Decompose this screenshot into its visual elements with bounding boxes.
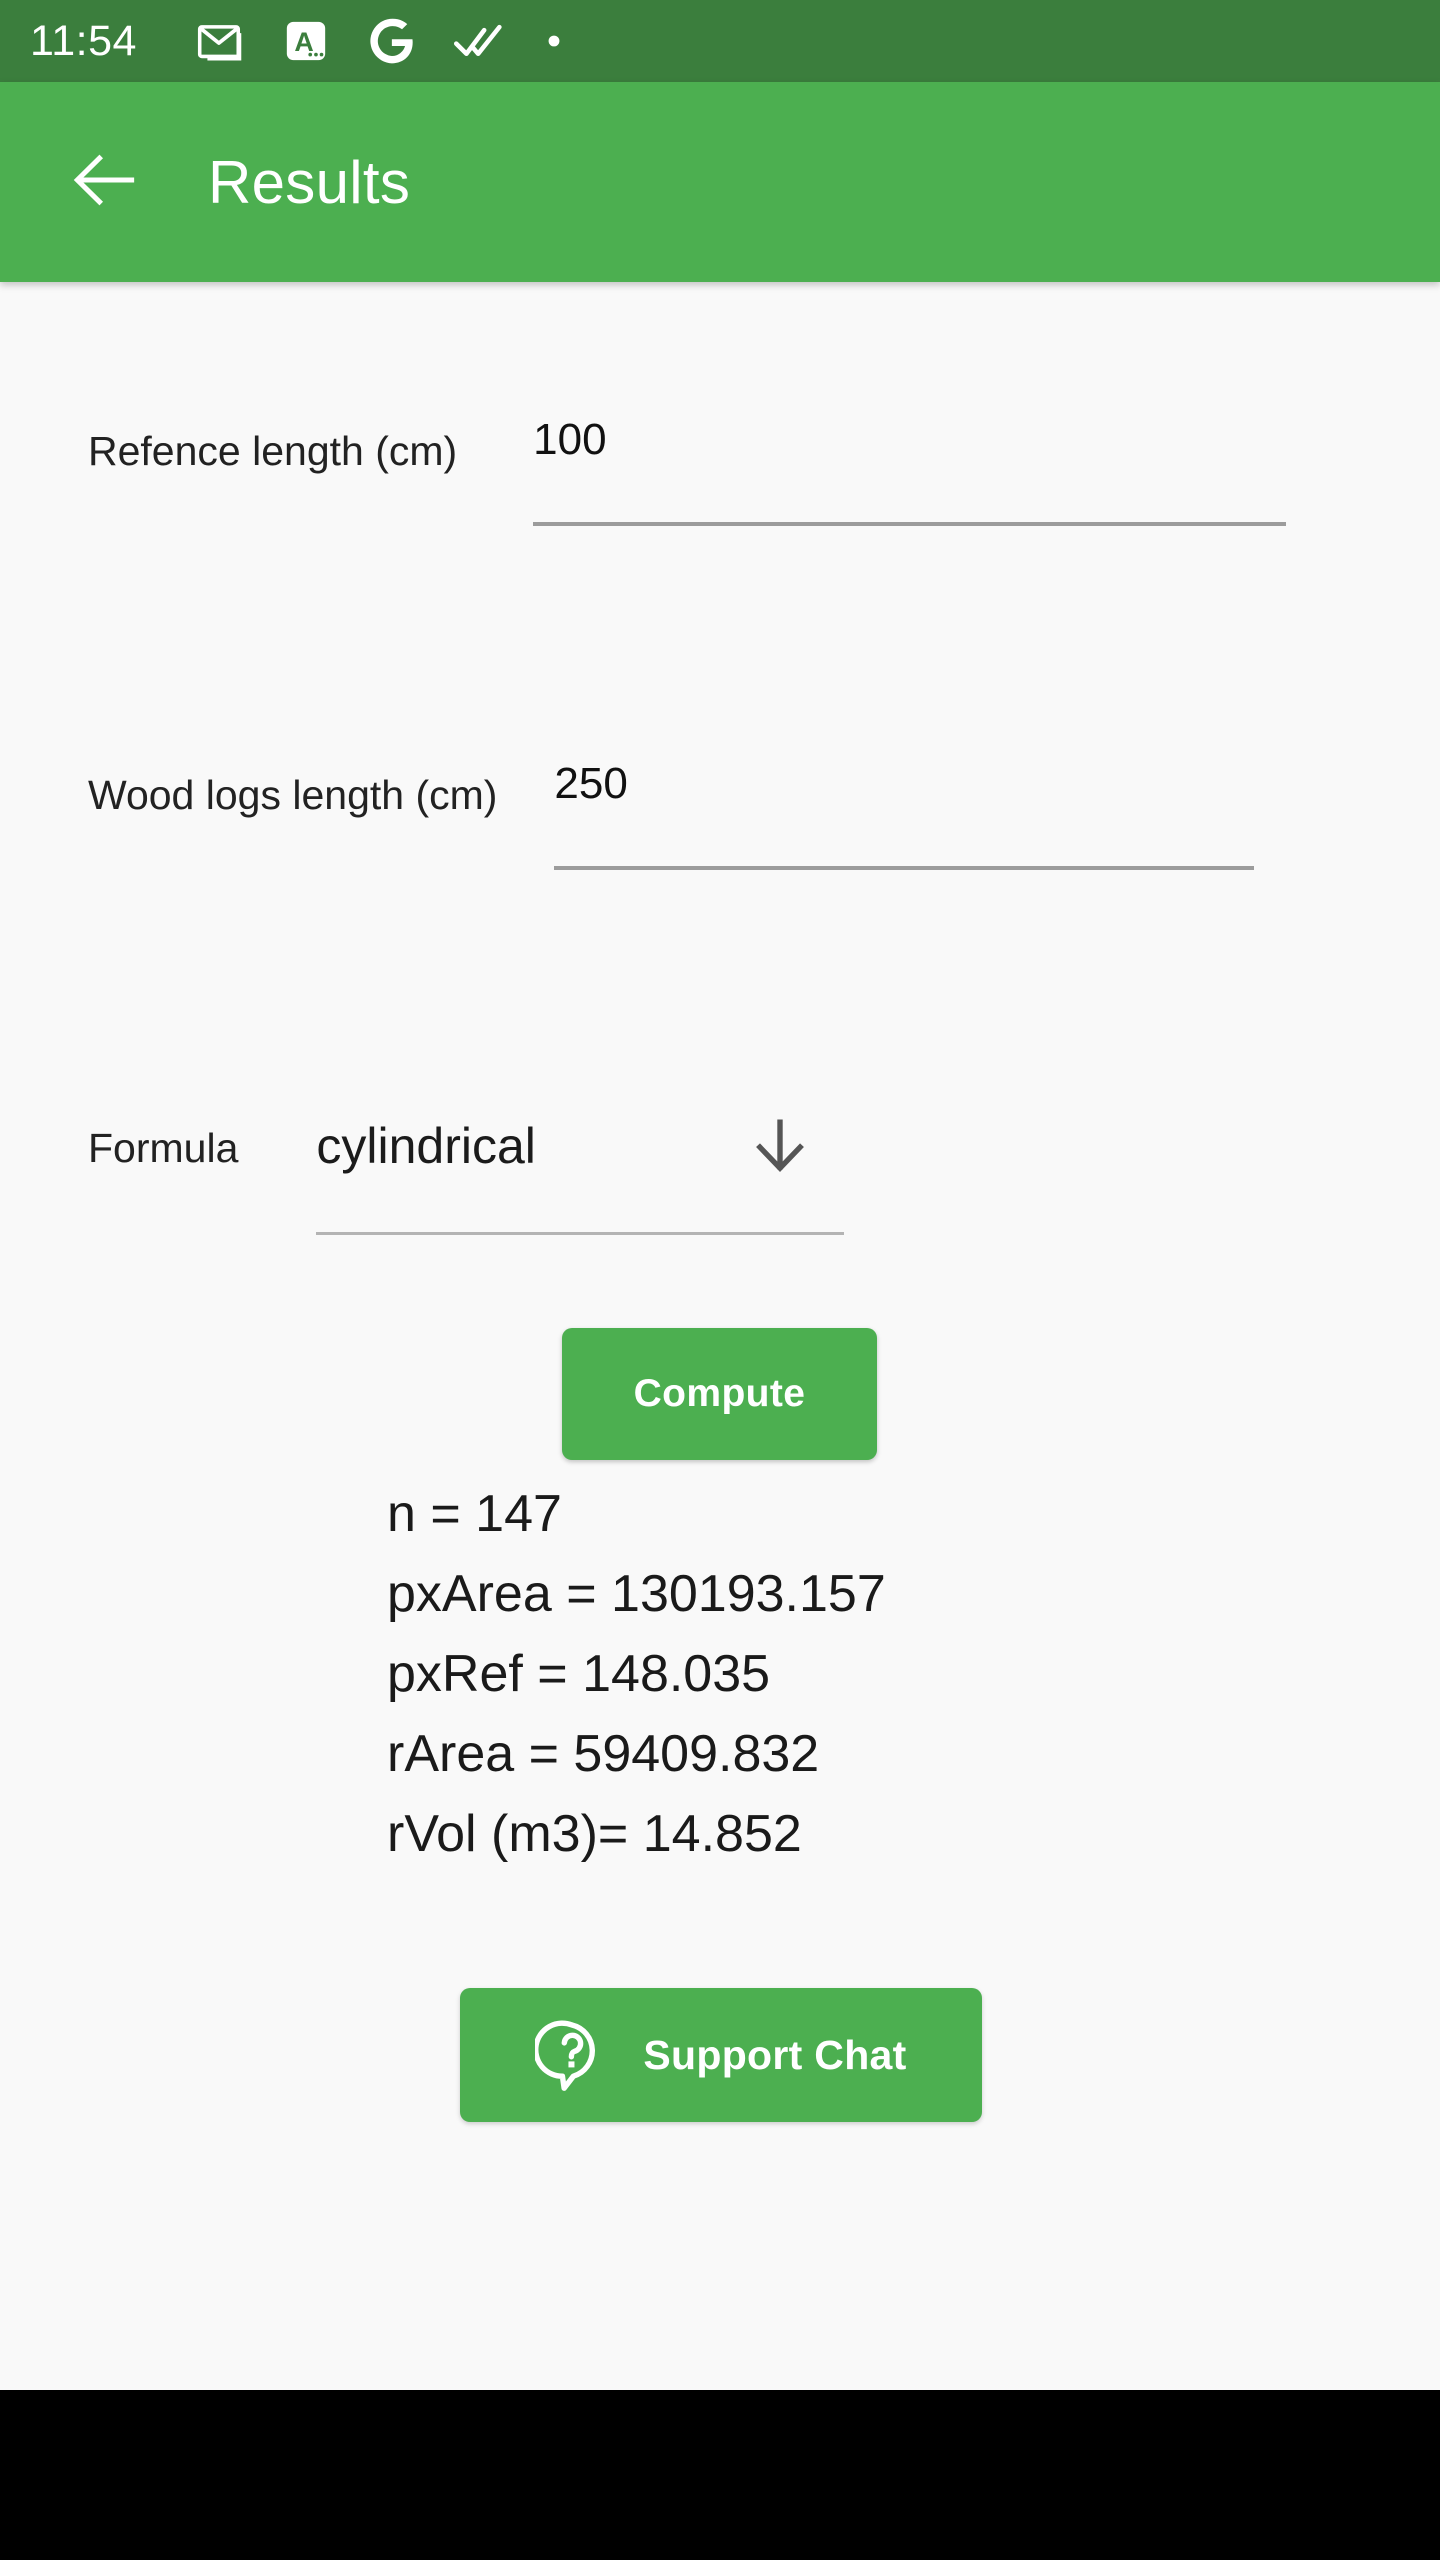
arrow-down-icon[interactable]	[746, 1112, 814, 1180]
google-g-icon	[365, 15, 417, 67]
app-bar: Results	[0, 82, 1440, 282]
reference-length-underline	[533, 522, 1287, 526]
question-chat-bubble-icon	[533, 2017, 609, 2094]
results-output: n = 147 pxArea = 130193.157 pxRef = 148.…	[387, 1474, 886, 1874]
double-check-icon	[453, 15, 505, 67]
content-area: Refence length (cm) 100 Wood logs length…	[0, 282, 1440, 2390]
formula-label: Formula	[88, 1125, 239, 1171]
reference-length-row: Refence length (cm) 100	[88, 418, 1287, 526]
arrow-left-icon	[65, 141, 143, 224]
support-chat-button[interactable]: Support Chat	[460, 1988, 982, 2122]
system-navigation-bar	[0, 2390, 1440, 2560]
reference-length-input[interactable]: 100	[533, 418, 1287, 526]
formula-dropdown-inner[interactable]: cylindrical	[316, 1112, 844, 1232]
result-line-pxref: pxRef = 148.035	[387, 1645, 771, 1703]
status-icon-tray: A	[197, 15, 567, 67]
reference-length-value[interactable]: 100	[533, 418, 1286, 522]
compute-button[interactable]: Compute	[562, 1328, 877, 1460]
status-clock: 11:54	[30, 16, 137, 65]
formula-row: Formula cylindrical	[88, 1112, 845, 1235]
formula-selected-value: cylindrical	[316, 1118, 536, 1174]
wood-logs-length-row: Wood logs length (cm) 250	[88, 762, 1255, 870]
translate-a-icon: A	[283, 18, 329, 64]
wood-logs-length-underline	[554, 866, 1255, 870]
result-line-n: n = 147	[387, 1485, 562, 1543]
svg-text:A: A	[294, 27, 313, 57]
gmail-icon	[197, 16, 247, 66]
wood-logs-length-input[interactable]: 250	[554, 762, 1255, 870]
reference-length-label: Refence length (cm)	[88, 428, 458, 474]
formula-dropdown[interactable]: cylindrical	[316, 1112, 845, 1235]
app-screen: 11:54 A Results Refence length (cm) 100 …	[0, 0, 1440, 2560]
wood-logs-length-value[interactable]: 250	[554, 762, 1254, 866]
dot-icon	[541, 28, 567, 54]
result-line-pxarea: pxArea = 130193.157	[387, 1565, 886, 1623]
formula-underline	[316, 1232, 845, 1235]
status-bar: 11:54 A	[0, 0, 1440, 82]
result-line-rvol: rVol (m3)= 14.852	[387, 1805, 802, 1863]
page-title: Results	[208, 148, 411, 216]
wood-logs-length-label: Wood logs length (cm)	[88, 772, 498, 818]
back-button[interactable]	[48, 126, 160, 238]
support-chat-label: Support Chat	[643, 2031, 907, 2078]
result-line-rarea: rArea = 59409.832	[387, 1725, 820, 1783]
